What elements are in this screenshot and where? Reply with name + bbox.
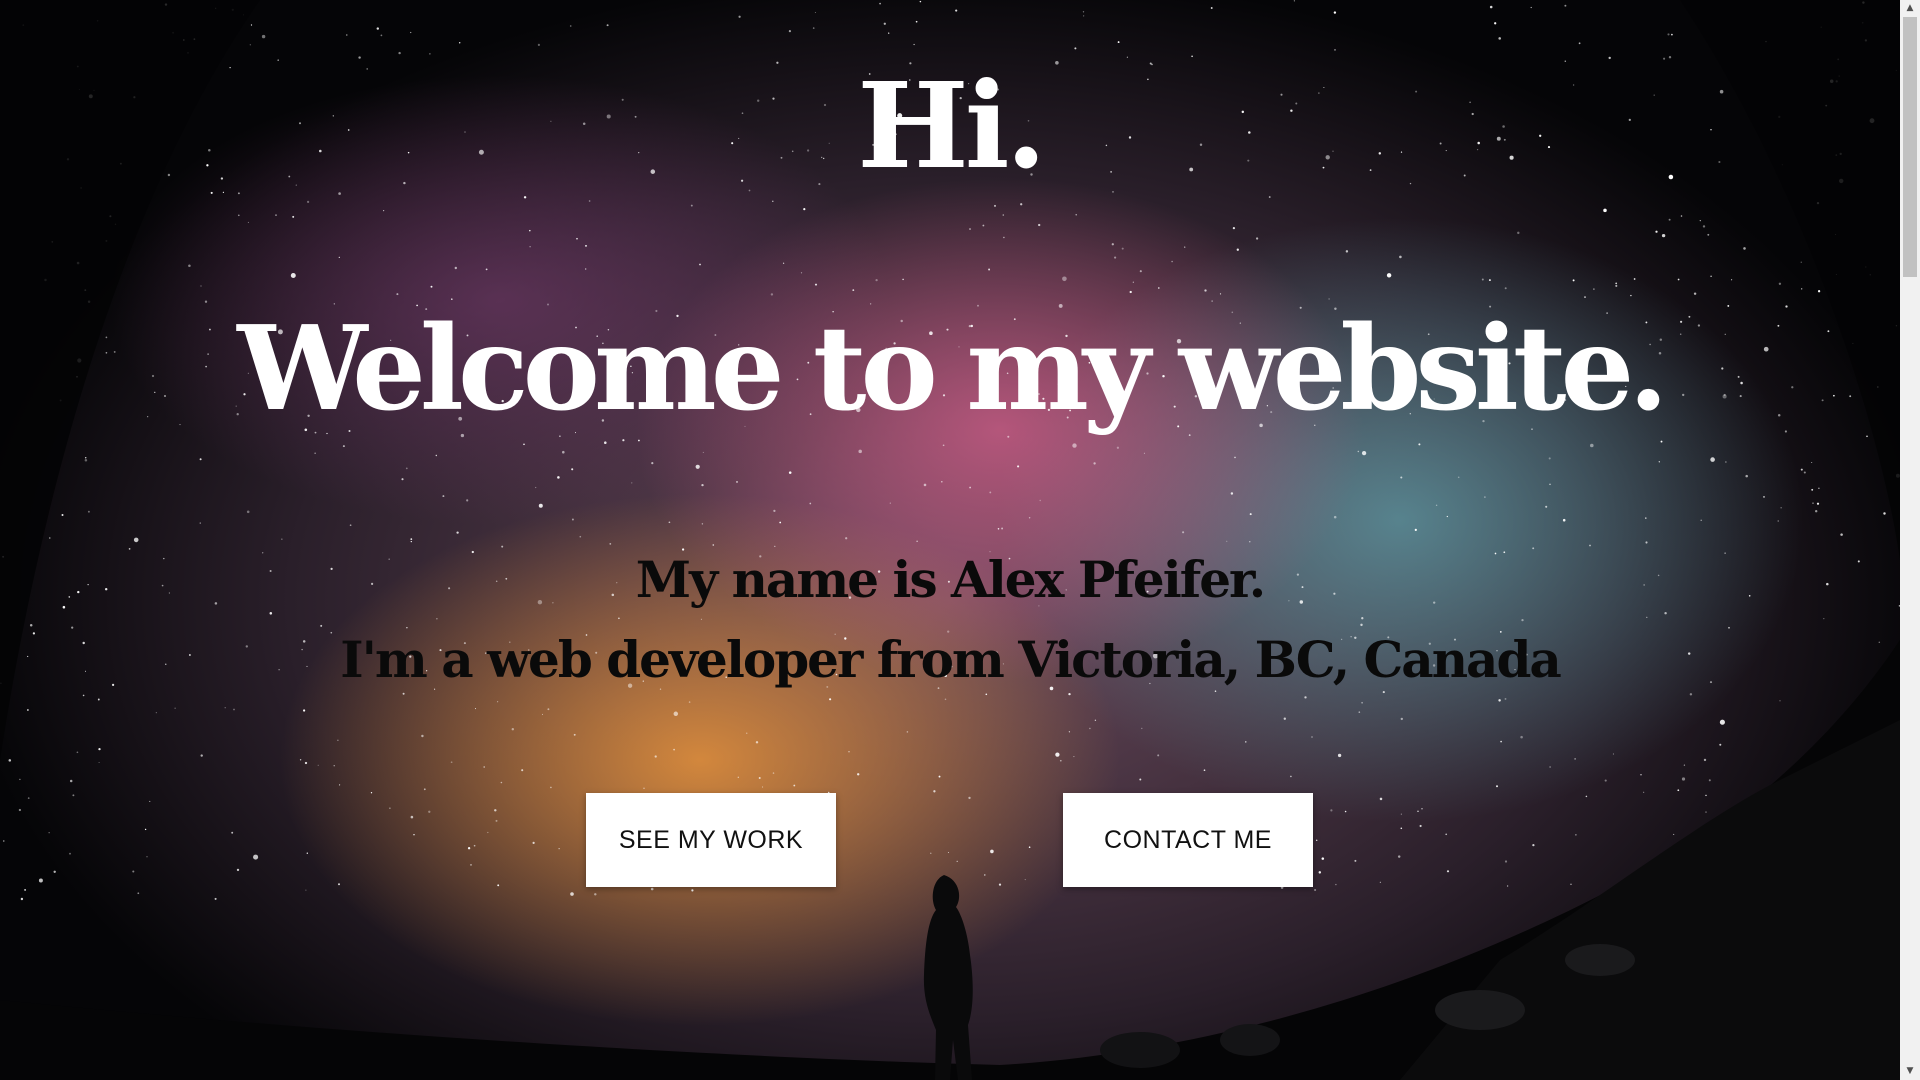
greeting-heading: Hi. <box>857 56 1046 195</box>
intro-location-text: I'm a web developer from Victoria, BC, C… <box>340 630 1562 689</box>
scroll-up-arrow-icon[interactable]: ▲ <box>1900 0 1920 17</box>
hero-content: Hi. Welcome to my website. My name is Al… <box>0 0 1900 1080</box>
scrollbar-thumb[interactable] <box>1903 17 1917 277</box>
contact-me-button[interactable]: CONTACT ME <box>1063 793 1313 887</box>
intro-name-text: My name is Alex Pfeifer. <box>635 550 1266 609</box>
scroll-down-arrow-icon[interactable]: ▼ <box>1900 1063 1920 1080</box>
page-scrollbar[interactable]: ▲ ▼ <box>1900 0 1920 1080</box>
see-my-work-button[interactable]: SEE MY WORK <box>586 793 836 887</box>
welcome-heading: Welcome to my website. <box>237 301 1668 437</box>
